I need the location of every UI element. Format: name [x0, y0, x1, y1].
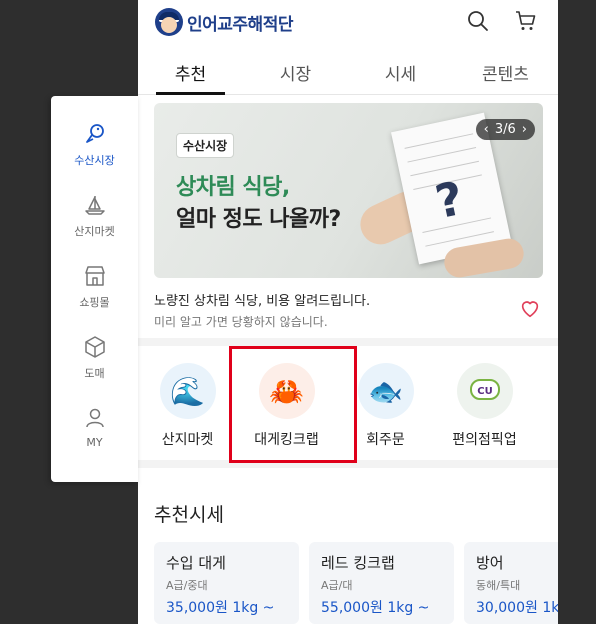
banner-badge: 수산시장: [176, 133, 235, 158]
sidenav-label: 쇼핑몰: [79, 296, 110, 309]
category-label: 산지마켓: [161, 432, 214, 448]
price-card-price: 35,000원 1kg ~: [166, 600, 275, 616]
person-icon: [85, 408, 104, 428]
banner-headline-1: 상차림 식당,: [176, 175, 290, 200]
category-label: 편의점픽업: [452, 432, 517, 448]
sidenav-item-shopping-mall[interactable]: 쇼핑몰: [51, 264, 138, 310]
section-title: 추천시세: [154, 504, 224, 526]
price-card[interactable]: 레드 킹크랩 A급/대 55,000원 1kg ~: [309, 542, 454, 624]
box-icon: [84, 336, 105, 358]
wave-icon: 🌊: [159, 363, 216, 419]
tab-content[interactable]: 콘텐츠: [453, 52, 558, 94]
main-tabs: 추천 시장 시세 콘텐츠: [138, 52, 558, 95]
cart-icon[interactable]: [514, 9, 538, 33]
side-nav: 수산시장 산지마켓 쇼핑몰 도매 MY: [51, 96, 138, 482]
svg-text:CU: CU: [477, 386, 492, 397]
price-card-grade: 동해/특대: [476, 579, 521, 592]
sidenav-label: 도매: [84, 367, 105, 380]
banner-pager: ‹ 3/6 ›: [475, 119, 535, 140]
sidenav-item-my[interactable]: MY: [51, 406, 138, 449]
banner-headline-2: 얼마 정도 나올까?: [176, 207, 341, 232]
heart-icon[interactable]: [519, 297, 541, 319]
sidenav-label: MY: [86, 436, 103, 449]
category-sanji-market[interactable]: 🌊 산지마켓: [138, 355, 237, 459]
fish-icon: 🐟: [357, 363, 414, 419]
price-card-row: 수입 대게 A급/중대 35,000원 1kg ~ 레드 킹크랩 A급/대 55…: [154, 542, 558, 624]
sidenav-item-fish-market[interactable]: 수산시장: [51, 122, 138, 168]
tab-market[interactable]: 시장: [243, 52, 348, 94]
chevron-left-icon[interactable]: ‹: [484, 122, 489, 137]
logo[interactable]: 인어교주해적단: [155, 8, 293, 36]
tab-price[interactable]: 시세: [348, 52, 453, 94]
cu-icon: CU: [456, 363, 513, 419]
sidenav-label: 산지마켓: [74, 225, 115, 238]
banner-caption: 노량진 상차림 식당, 비용 알려드립니다.: [154, 294, 371, 309]
header: 인어교주해적단: [138, 0, 558, 48]
tab-recommend[interactable]: 추천: [138, 52, 243, 95]
sidenav-item-sanji-market[interactable]: 산지마켓: [51, 193, 138, 239]
logo-mascot-icon: [155, 8, 183, 36]
sidenav-item-wholesale[interactable]: 도매: [51, 335, 138, 381]
logo-text: 인어교주해적단: [187, 14, 293, 35]
chevron-right-icon[interactable]: ›: [522, 122, 527, 137]
category-cvs-pickup[interactable]: CU 편의점픽업: [435, 355, 534, 459]
sidenav-label: 수산시장: [74, 154, 115, 167]
store-icon: [84, 266, 105, 286]
banner-subcaption: 미리 알고 가면 당황하지 않습니다.: [154, 315, 328, 329]
price-card-price: 55,000원 1kg ~: [321, 600, 430, 616]
price-card-grade: A급/중대: [166, 579, 208, 592]
price-card-grade: A급/대: [321, 579, 353, 592]
price-card-price: 30,000원 1kg ~: [476, 600, 558, 616]
price-card[interactable]: 방어 동해/특대 30,000원 1kg ~: [464, 542, 558, 624]
section-divider: [138, 338, 558, 346]
price-card[interactable]: 수입 대게 A급/중대 35,000원 1kg ~: [154, 542, 299, 624]
sailboat-icon: [84, 196, 105, 215]
search-icon[interactable]: [466, 9, 490, 33]
app-panel: 인어교주해적단 추천 시장 시세 콘텐츠 ? 수산시장 상차림 식당, 얼마 정…: [138, 0, 558, 624]
fish-hook-icon: [85, 124, 104, 143]
price-card-name: 수입 대게: [166, 554, 226, 572]
price-card-name: 방어: [476, 554, 504, 572]
promo-banner[interactable]: ? 수산시장 상차림 식당, 얼마 정도 나올까? ‹ 3/6 ›: [154, 103, 543, 278]
banner-page-count: 3/6: [494, 122, 516, 137]
price-card-name: 레드 킹크랩: [321, 554, 395, 572]
highlight-box: [229, 346, 357, 463]
